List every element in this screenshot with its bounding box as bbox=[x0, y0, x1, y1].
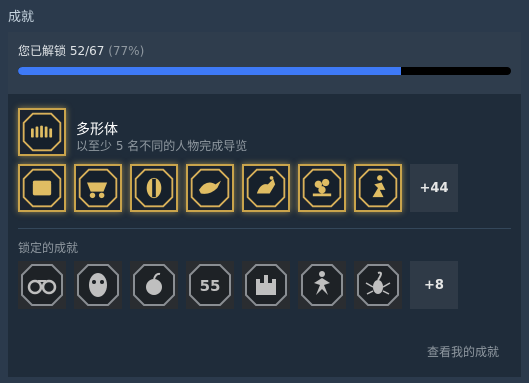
flower-wagon-icon bbox=[302, 168, 342, 208]
view-my-achievements-link[interactable]: 查看我的成就 bbox=[427, 343, 499, 360]
highlight-description: 以至少 5 名不同的人物完成导览 bbox=[76, 139, 248, 153]
locked-achievement-icon[interactable] bbox=[298, 261, 346, 309]
section-title: 成就 bbox=[8, 10, 35, 25]
highlight-achievement-icon[interactable] bbox=[18, 108, 66, 156]
handcuffs-icon bbox=[21, 264, 63, 306]
progress-bar bbox=[18, 67, 511, 75]
number-55-icon: 55 bbox=[189, 264, 231, 306]
castle-icon bbox=[245, 264, 287, 306]
divider bbox=[18, 228, 511, 229]
unlocked-achievement-icon[interactable] bbox=[74, 164, 122, 212]
locked-achievement-icon[interactable] bbox=[130, 261, 178, 309]
locked-more-button[interactable]: +8 bbox=[410, 261, 458, 309]
svg-text:55: 55 bbox=[200, 277, 221, 295]
progress-box: 您已解锁 52/67 (77%) bbox=[8, 32, 521, 94]
locked-achievement-icon[interactable] bbox=[74, 261, 122, 309]
fruit-icon bbox=[133, 264, 175, 306]
progress-label: 您已解锁 52/67 (77%) bbox=[18, 42, 144, 59]
progress-count: 您已解锁 52/67 bbox=[18, 44, 105, 58]
cart-icon bbox=[78, 168, 118, 208]
locked-achievement-icon[interactable] bbox=[354, 261, 402, 309]
unlocked-achievement-icon[interactable] bbox=[298, 164, 346, 212]
locked-achievement-icon[interactable] bbox=[242, 261, 290, 309]
locked-achievement-icon[interactable] bbox=[18, 261, 66, 309]
progress-bar-fill bbox=[18, 67, 401, 75]
chest-icon bbox=[22, 168, 62, 208]
unlocked-achievement-icon[interactable] bbox=[354, 164, 402, 212]
unlocked-achievement-icon[interactable] bbox=[18, 164, 66, 212]
dancer-icon bbox=[301, 264, 343, 306]
unlocked-achievement-icon[interactable] bbox=[130, 164, 178, 212]
bird-icon bbox=[190, 168, 230, 208]
hands-row-icon bbox=[22, 112, 62, 152]
unlocked-achievement-icon[interactable] bbox=[186, 164, 234, 212]
unlocked-achievement-icon[interactable] bbox=[242, 164, 290, 212]
unlocked-more-button[interactable]: +44 bbox=[410, 164, 458, 212]
locked-achievement-icon[interactable]: 55 bbox=[186, 261, 234, 309]
mask-icon bbox=[134, 168, 174, 208]
hockey-mask-icon bbox=[77, 264, 119, 306]
progress-percent: (77%) bbox=[108, 44, 145, 58]
locked-title: 锁定的成就 bbox=[18, 241, 79, 255]
highlight-title: 多形体 bbox=[76, 122, 118, 138]
runner-icon bbox=[358, 168, 398, 208]
achievements-panel: 您已解锁 52/67 (77%) 多形体 以至少 5 名不同的人物完成导览 +4… bbox=[8, 32, 521, 377]
horseman-icon bbox=[246, 168, 286, 208]
scorpion-icon bbox=[357, 264, 399, 306]
